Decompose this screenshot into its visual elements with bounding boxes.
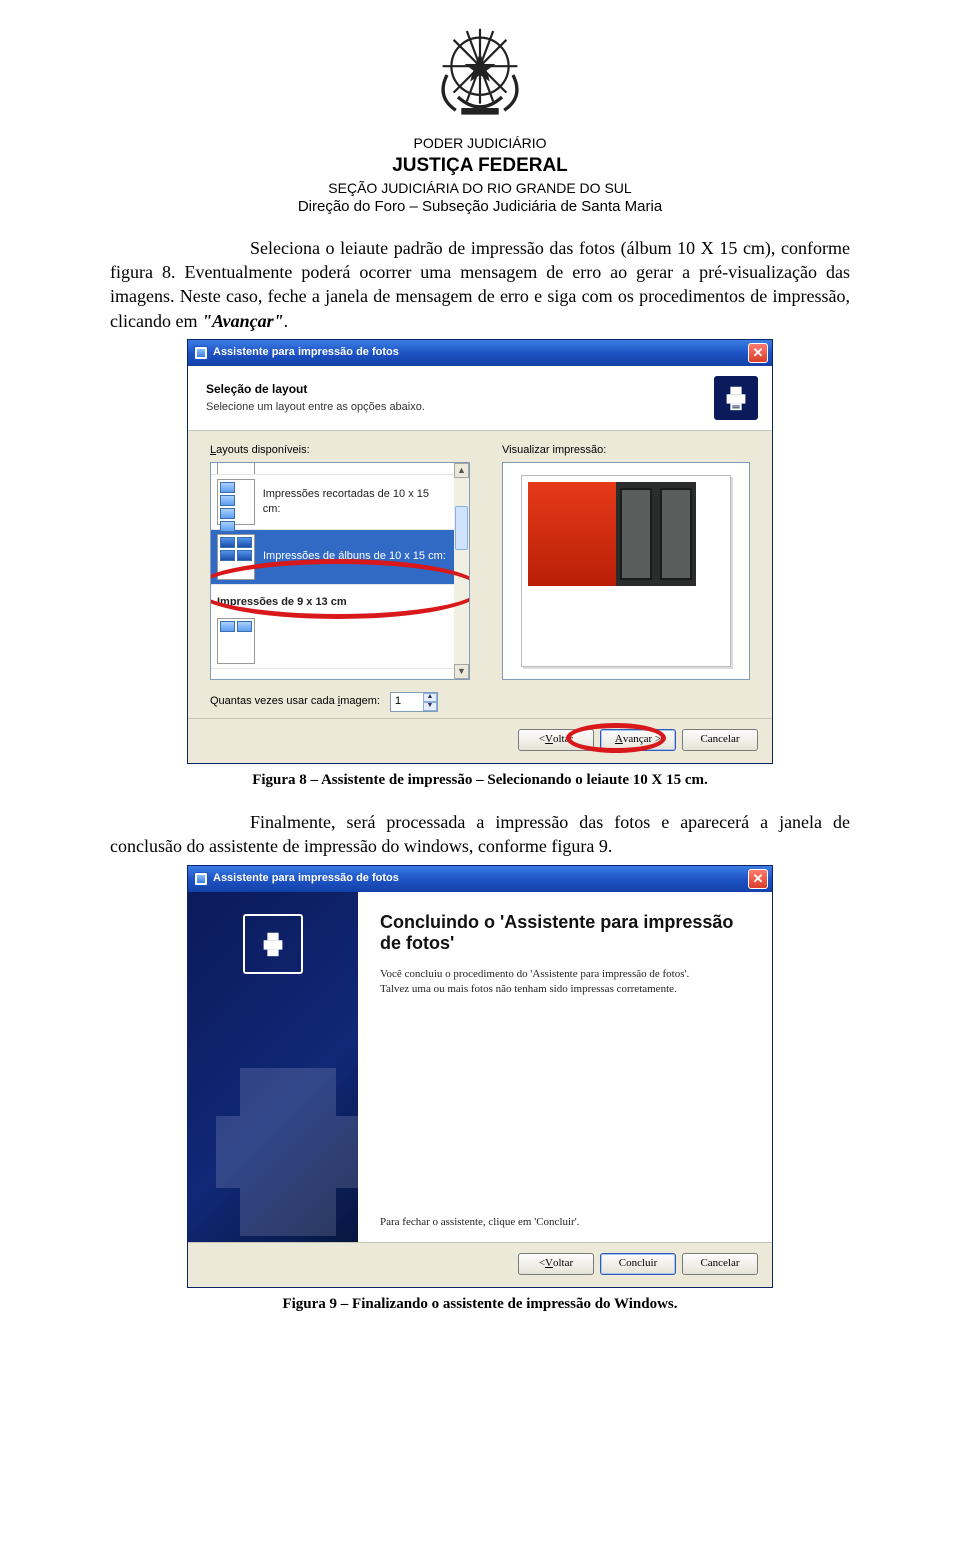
back-button[interactable]: < Voltar [518, 1253, 594, 1275]
quantity-row: Quantas vezes usar cada imagem: 1 ▲▼ [210, 692, 750, 712]
next-button[interactable]: Avançar > [600, 729, 676, 751]
completion-footer: Para fechar o assistente, clique em 'Con… [380, 1215, 750, 1230]
button-row: < Voltar Avançar > Cancelar [188, 718, 772, 763]
wizard-subtitle: Selecione um layout entre as opções abai… [206, 400, 425, 415]
layout-group-9x13: Impressões de 9 x 13 cm [211, 585, 454, 614]
dialog-title: Assistente para impressão de fotos [213, 345, 399, 360]
layout-item-recortadas[interactable]: Impressões recortadas de 10 x 15 cm: [211, 475, 454, 530]
dialog-layout-selection: Assistente para impressão de fotos ✕ Sel… [187, 339, 773, 764]
preview-label: Visualizar impressão: [502, 443, 750, 458]
wizard-title: Seleção de layout [206, 381, 425, 397]
layout-item-albuns-selected[interactable]: Impressões de álbuns de 10 x 15 cm: [211, 530, 454, 585]
scrollbar[interactable]: ▲ ▼ [454, 463, 469, 679]
app-icon [194, 346, 208, 360]
paragraph-1: Seleciona o leiaute padrão de impressão … [110, 236, 850, 333]
layout-item[interactable] [211, 614, 454, 669]
spin-down-icon[interactable]: ▼ [423, 702, 437, 711]
header-line-1: PODER JUDICIÁRIO [110, 134, 850, 153]
spin-up-icon[interactable]: ▲ [423, 693, 437, 702]
header-line-4: Direção do Foro – Subseção Judiciária de… [110, 197, 850, 217]
national-emblem-icon [425, 20, 535, 130]
figure-8-caption: Figura 8 – Assistente de impressão – Sel… [110, 770, 850, 790]
decorative-shadow-icon [188, 1032, 358, 1242]
close-icon[interactable]: ✕ [748, 869, 768, 889]
dialog-title: Assistente para impressão de fotos [213, 871, 399, 886]
preview-photo [528, 482, 696, 586]
scroll-up-icon[interactable]: ▲ [454, 463, 469, 478]
cancel-button[interactable]: Cancelar [682, 1253, 758, 1275]
close-icon[interactable]: ✕ [748, 343, 768, 363]
preview-page [521, 475, 731, 667]
titlebar[interactable]: Assistente para impressão de fotos ✕ [188, 340, 772, 366]
button-row: < Voltar Concluir Cancelar [188, 1242, 772, 1287]
printer-icon [243, 914, 303, 974]
quantity-input[interactable]: 1 ▲▼ [390, 692, 438, 712]
back-button[interactable]: < Voltar [518, 729, 594, 751]
emblem-wrap [110, 20, 850, 130]
layout-item[interactable] [211, 463, 454, 475]
figure-9-wrap: Assistente para impressão de fotos ✕ Con… [110, 865, 850, 1288]
paragraph-2: Finalmente, será processada a impressão … [110, 810, 850, 859]
figure-8-wrap: Assistente para impressão de fotos ✕ Sel… [110, 339, 850, 764]
printer-icon [714, 376, 758, 420]
header-line-3: SEÇÃO JUDICIÁRIA DO RIO GRANDE DO SUL [110, 179, 850, 198]
completion-pane: Concluindo o 'Assistente para impressão … [358, 892, 772, 1242]
finish-button[interactable]: Concluir [600, 1253, 676, 1275]
layouts-listbox[interactable]: Impressões recortadas de 10 x 15 cm: Imp… [210, 462, 470, 680]
figure-9-caption: Figura 9 – Finalizando o assistente de i… [110, 1294, 850, 1314]
titlebar[interactable]: Assistente para impressão de fotos ✕ [188, 866, 772, 892]
wizard-header: Seleção de layout Selecione um layout en… [188, 366, 772, 431]
dialog-completion: Assistente para impressão de fotos ✕ Con… [187, 865, 773, 1288]
scroll-track[interactable] [454, 478, 469, 664]
completion-title: Concluindo o 'Assistente para impressão … [380, 912, 750, 955]
app-icon [194, 872, 208, 886]
wizard-side-panel [188, 892, 358, 1242]
cancel-button[interactable]: Cancelar [682, 729, 758, 751]
scroll-thumb[interactable] [455, 506, 468, 550]
completion-text: Você concluiu o procedimento do 'Assiste… [380, 967, 720, 997]
header-line-2: JUSTIÇA FEDERAL [110, 153, 850, 179]
quantity-spinner[interactable]: ▲▼ [423, 693, 437, 711]
document-header: PODER JUDICIÁRIO JUSTIÇA FEDERAL SEÇÃO J… [110, 20, 850, 218]
print-preview [502, 462, 750, 680]
layouts-label: Layouts disponíveis: [210, 443, 470, 458]
scroll-down-icon[interactable]: ▼ [454, 664, 469, 679]
